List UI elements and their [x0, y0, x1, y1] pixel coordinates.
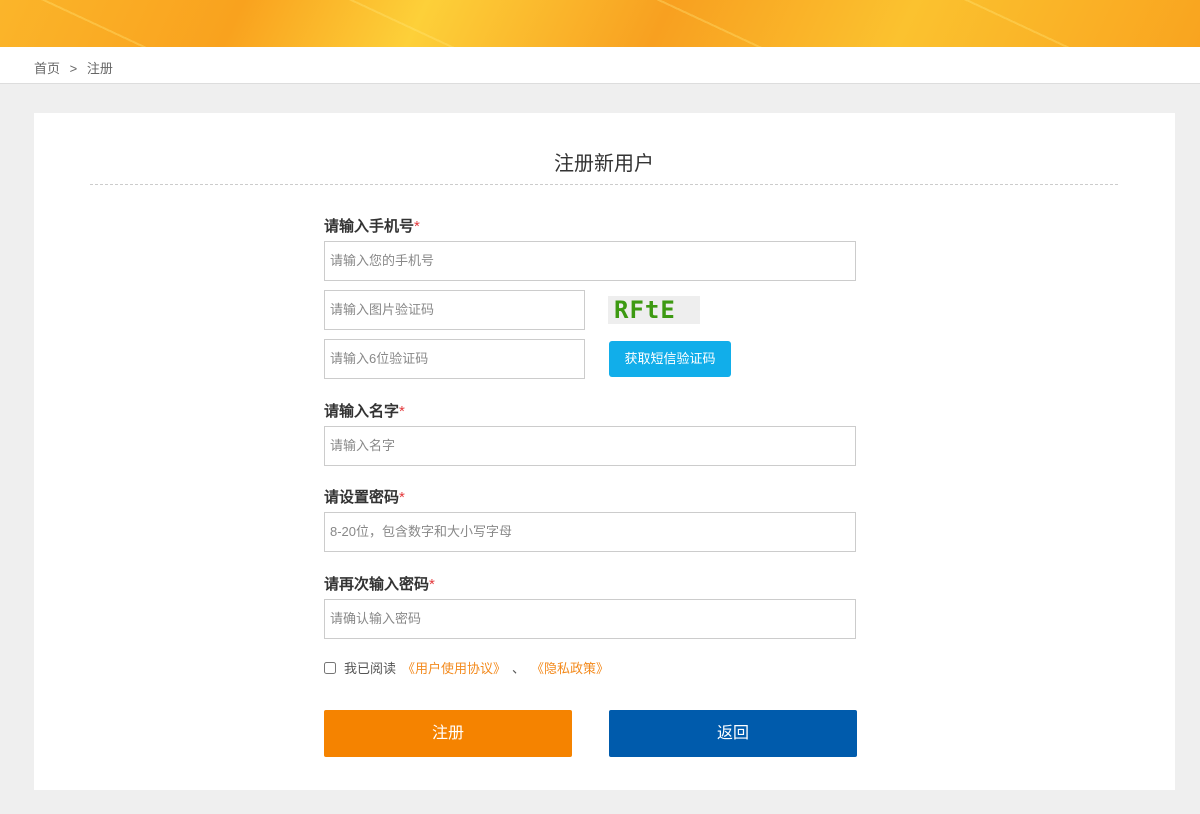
agree-checkbox[interactable] — [324, 661, 336, 674]
breadcrumb: 首页 > 注册 — [0, 47, 1200, 84]
breadcrumb-current: 注册 — [86, 61, 113, 76]
register-card: 注册新用户 请输入手机号* 请输入您的手机号 请输入图片验证码 RFtE 请输入… — [34, 113, 1175, 790]
back-button[interactable]: 返回 — [609, 710, 857, 757]
confirm-password-label: 请再次输入密码* — [324, 576, 435, 593]
breadcrumb-separator: > — [69, 61, 78, 76]
get-sms-code-button[interactable]: 获取短信验证码 — [609, 341, 731, 377]
password-label: 请设置密码* — [324, 489, 405, 506]
register-button[interactable]: 注册 — [324, 710, 572, 757]
breadcrumb-home[interactable]: 首页 — [34, 61, 60, 76]
agree-separator: 、 — [512, 661, 526, 676]
phone-label: 请输入手机号* — [324, 218, 420, 235]
phone-input[interactable]: 请输入您的手机号 — [324, 241, 856, 281]
header-banner — [0, 0, 1200, 47]
name-input[interactable]: 请输入名字 — [324, 426, 856, 466]
agree-text: 我已阅读 — [344, 661, 397, 676]
name-label: 请输入名字* — [324, 403, 405, 420]
confirm-password-input[interactable]: 请确认输入密码 — [324, 599, 856, 639]
page-title: 注册新用户 — [90, 147, 1118, 185]
sms-code-input[interactable]: 请输入6位验证码 — [324, 339, 585, 379]
captcha-image[interactable]: RFtE — [608, 296, 700, 324]
agreement-row: 我已阅读 《用户使用协议》 、 《隐私政策》 — [324, 658, 609, 677]
password-input[interactable]: 8-20位，包含数字和大小写字母 — [324, 512, 856, 552]
captcha-input[interactable]: 请输入图片验证码 — [324, 290, 585, 330]
privacy-policy-link[interactable]: 《隐私政策》 — [531, 658, 609, 677]
user-agreement-link[interactable]: 《用户使用协议》 — [402, 658, 506, 677]
